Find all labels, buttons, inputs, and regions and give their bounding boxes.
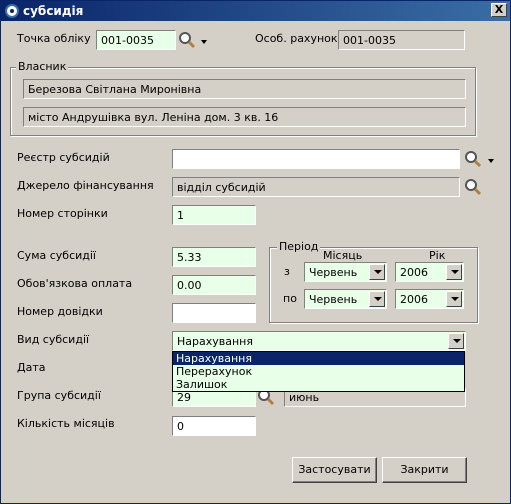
to-year-value: 2006 <box>400 293 428 306</box>
point-search-icon[interactable] <box>178 31 196 49</box>
subsidy-dialog: субсидія X Точка обліку 001-0035 Особ. р… <box>0 0 511 504</box>
account-field: 001-0035 <box>338 30 465 50</box>
subsidy-group-label: Група субсидії <box>17 389 101 402</box>
period-legend: Період <box>277 240 321 253</box>
point-label: Точка обліку <box>17 32 91 45</box>
to-year-dropdown-icon[interactable] <box>446 291 462 307</box>
mandatory-payment-field[interactable]: 0.00 <box>172 275 256 295</box>
source-label: Джерело фінансування <box>17 179 154 192</box>
app-icon <box>5 4 19 18</box>
title-bar[interactable]: субсидія X <box>1 1 510 21</box>
source-field: відділ субсидій <box>172 177 460 197</box>
registry-label: Реєстр субсидій <box>17 151 110 164</box>
registry-dropdown-icon[interactable] <box>488 159 494 163</box>
from-month-select[interactable]: Червень <box>304 262 387 282</box>
subsidy-type-select[interactable]: Нарахування <box>172 331 466 351</box>
page-number-field[interactable]: 1 <box>172 205 256 225</box>
amount-label: Сума субсидії <box>17 249 96 262</box>
subsidy-type-label: Вид субсидії <box>17 333 90 346</box>
mandatory-payment-label: Обов'язкова оплата <box>17 277 133 290</box>
from-year-dropdown-icon[interactable] <box>446 264 462 280</box>
owner-name-field: Березова Світлана Миронівна <box>23 79 466 99</box>
months-count-field[interactable]: 0 <box>172 416 256 436</box>
to-year-select[interactable]: 2006 <box>395 289 464 309</box>
account-label: Особ. рахунок <box>255 32 338 45</box>
period-group <box>269 247 478 323</box>
window-title: субсидія <box>23 4 84 18</box>
from-year-value: 2006 <box>400 266 428 279</box>
close-window-button[interactable]: X <box>491 3 507 17</box>
apply-button[interactable]: Застосувати <box>292 457 377 483</box>
certificate-field[interactable] <box>172 303 256 323</box>
date-label: Дата <box>17 361 46 374</box>
to-label: по <box>283 292 297 305</box>
subsidy-type-value: Нарахування <box>177 335 253 348</box>
year-header: Рік <box>429 249 446 262</box>
point-field[interactable]: 001-0035 <box>96 30 176 50</box>
owner-address-field: місто Андрушівка вул. Леніна дом. 3 кв. … <box>23 107 466 127</box>
list-item[interactable]: Перерахунок <box>173 365 464 378</box>
from-year-select[interactable]: 2006 <box>395 262 464 282</box>
registry-search-icon[interactable] <box>464 150 482 168</box>
close-button[interactable]: Закрити <box>382 457 467 483</box>
month-header: Місяць <box>323 249 363 262</box>
page-number-label: Номер сторінки <box>17 207 108 220</box>
list-item[interactable]: Залишок <box>173 378 464 391</box>
subsidy-type-list[interactable]: Нарахування Перерахунок Залишок <box>172 351 465 392</box>
source-search-icon[interactable] <box>464 178 482 196</box>
list-item[interactable]: Нарахування <box>173 352 464 365</box>
to-month-dropdown-icon[interactable] <box>369 291 385 307</box>
to-month-value: Червень <box>309 293 358 306</box>
to-month-select[interactable]: Червень <box>304 289 387 309</box>
amount-field[interactable]: 5.33 <box>172 247 256 267</box>
from-month-value: Червень <box>309 266 358 279</box>
owner-legend: Власник <box>16 60 69 73</box>
registry-field[interactable] <box>172 149 460 169</box>
from-month-dropdown-icon[interactable] <box>369 264 385 280</box>
subsidy-type-dropdown-icon[interactable] <box>448 333 464 349</box>
months-count-label: Кількість місяців <box>17 417 115 430</box>
point-dropdown-icon[interactable] <box>201 40 207 44</box>
from-label: з <box>284 265 290 278</box>
certificate-label: Номер довідки <box>17 305 103 318</box>
